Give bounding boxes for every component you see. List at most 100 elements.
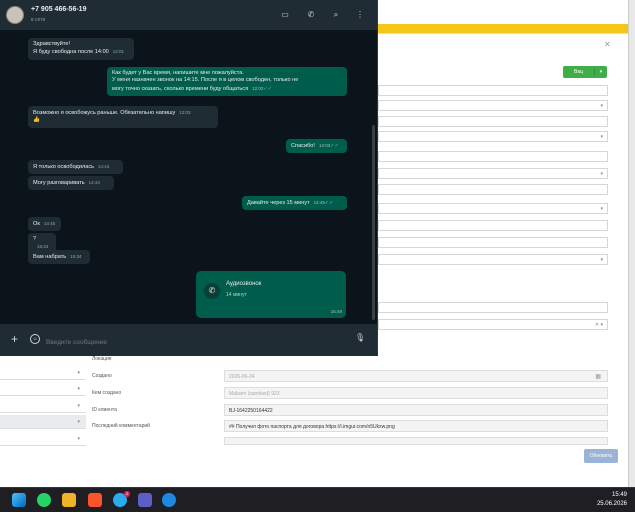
chevron-down-icon: ▾	[600, 134, 603, 140]
chevron-down-icon: ▾	[77, 436, 80, 442]
message-time: 12:01	[112, 49, 125, 55]
scrollbar[interactable]	[628, 0, 635, 487]
call-title: Аудиозвонок	[226, 281, 262, 287]
list-item[interactable]: ▾	[0, 432, 86, 446]
thumbs-up-emoji: 👍	[33, 117, 40, 124]
client-id-field[interactable]: BJ-1642250164422	[224, 404, 608, 416]
microphone-icon[interactable]: 🎙	[355, 333, 365, 342]
teams-icon[interactable]	[138, 493, 152, 507]
form-field[interactable]	[378, 116, 608, 127]
select-field[interactable]: ▾	[378, 203, 608, 214]
select-field[interactable]: ▾	[378, 168, 608, 179]
chat-header[interactable]: +7 905 466-56-19 в сети ▭ ✆ ⌕ ⋮	[0, 0, 377, 30]
call-icon: ✆	[204, 283, 220, 299]
double-check-icon: ✓✓	[263, 85, 272, 92]
form-field[interactable]	[378, 85, 608, 96]
whatsapp-window: +7 905 466-56-19 в сети ▭ ✆ ⌕ ⋮ Здравств…	[0, 0, 378, 356]
chevron-down-icon: ▾	[600, 257, 603, 263]
clock-date: 25.06.2026	[596, 501, 627, 507]
message-outgoing[interactable]: Давайте через 15 минут 14:45✓✓	[242, 196, 347, 211]
message-input[interactable]	[44, 332, 344, 348]
message-text: могу точно сказать, сколько времени буду…	[112, 85, 249, 92]
scrollbar[interactable]	[372, 125, 375, 320]
message-incoming[interactable]: Могу разговаривать 14:44	[28, 176, 114, 191]
last-comment-field[interactable]: ## Получил фото паспорта для договора ht…	[224, 420, 608, 432]
whatsapp-icon[interactable]	[37, 493, 51, 507]
call-time: 15:49	[330, 309, 342, 314]
close-icon[interactable]: ✕	[604, 40, 611, 49]
folder-icon[interactable]	[62, 493, 76, 507]
message-time: 12:03	[318, 143, 331, 148]
field-label-last-comment: Последний комментарий	[92, 423, 150, 429]
chevron-down-icon[interactable]: ▾	[595, 69, 607, 75]
brave-browser-icon[interactable]	[88, 493, 102, 507]
message-text: Вам набрать	[33, 254, 67, 260]
update-button[interactable]: Обновить	[584, 449, 618, 463]
message-outgoing[interactable]: Как будет у Вас время, напишите мне пожа…	[107, 67, 347, 97]
calendar-icon[interactable]: ▦	[595, 373, 601, 380]
menu-icon[interactable]: ⋮	[355, 10, 365, 20]
list-item-selected[interactable]: ▾	[0, 415, 86, 429]
contact-phone: +7 905 466-56-19	[31, 6, 87, 13]
message-incoming[interactable]: Возможно я освобожусь раньше. Обязательн…	[28, 106, 218, 128]
form-field[interactable]	[378, 220, 608, 231]
created-by-field[interactable]: Maksim (samleed) 923	[224, 387, 608, 399]
double-check-icon: ✓✓	[324, 200, 334, 206]
message-outgoing[interactable]: Спасибо! 12:03✓✓	[286, 139, 347, 154]
select-field[interactable]: ✕ ▾	[378, 319, 608, 330]
message-text: Возможно я освобожусь раньше. Обязательн…	[33, 110, 176, 116]
message-time: 15:34	[70, 254, 82, 259]
message-time: 15:34	[37, 244, 49, 250]
audio-call-bubble[interactable]: ✆ Аудиозвонок 14 минут 15:49	[196, 271, 346, 318]
sticker-icon[interactable]: ☺	[30, 334, 40, 344]
field-label-location: Локация	[92, 356, 112, 362]
form-field[interactable]	[378, 184, 608, 195]
chevron-down-icon: ▾	[77, 403, 80, 409]
message-time: 12:03	[179, 110, 191, 115]
telegram-icon[interactable]: 2	[113, 491, 130, 507]
select-field[interactable]: ▾	[378, 131, 608, 142]
system-clock[interactable]: 15:49 25.06.2026	[597, 491, 627, 509]
list-item[interactable]: ▾	[0, 382, 86, 396]
chevron-down-icon: ▾	[77, 419, 80, 425]
plus-icon[interactable]: +	[11, 332, 18, 346]
form-field[interactable]	[224, 437, 608, 445]
crm-accent-bar	[378, 24, 628, 33]
clock-time: 15:49	[611, 492, 627, 498]
message-text: Здравствуйте!	[33, 41, 71, 47]
video-call-icon[interactable]: ▭	[280, 10, 290, 20]
list-item[interactable]: ▾	[0, 366, 86, 380]
form-field[interactable]	[378, 237, 608, 248]
chevron-down-icon: ✕ ▾	[594, 322, 603, 328]
message-time: 14:45	[313, 200, 325, 205]
select-field[interactable]: ▾	[378, 100, 608, 111]
message-text: Я буду свободна после 14:00	[33, 49, 109, 56]
message-text: ?	[33, 236, 37, 242]
taskbar: 2 15:49 25.06.2026	[0, 487, 635, 512]
phone-call-icon[interactable]: ✆	[306, 10, 316, 20]
message-incoming[interactable]: Здравствуйте! Я буду свободна после 14:0…	[28, 38, 134, 60]
list-item[interactable]: ▾	[0, 399, 86, 413]
message-incoming[interactable]: Я только освободилась 14:44	[28, 160, 123, 175]
message-text: Давайте через 15 минут	[247, 200, 310, 206]
message-time: 14:44	[88, 180, 100, 185]
message-text: Как будет у Вас время, напишите мне пожа…	[112, 70, 244, 76]
form-field[interactable]	[378, 302, 608, 313]
form-field[interactable]	[378, 151, 608, 162]
field-label-client-id: ID клиента	[92, 407, 117, 413]
message-incoming[interactable]: Вам набрать 15:34	[28, 250, 90, 265]
windows-start-icon[interactable]	[12, 493, 26, 507]
message-time: 12:02	[252, 85, 264, 91]
green-action-button[interactable]: Вац ▾	[563, 66, 607, 78]
skype-icon[interactable]	[162, 493, 176, 507]
green-button-label[interactable]: Вац	[563, 69, 595, 75]
chevron-down-icon: ▾	[600, 103, 603, 109]
created-date-field[interactable]: 2026-06-24 ▦	[224, 370, 608, 382]
message-text: Могу разговаривать	[33, 180, 85, 186]
select-field[interactable]: ▾	[378, 254, 608, 265]
divider	[378, 33, 628, 34]
search-icon[interactable]: ⌕	[331, 10, 341, 20]
chevron-down-icon: ▾	[600, 206, 603, 212]
message-incoming[interactable]: Ок 14:45	[28, 217, 61, 232]
avatar[interactable]	[6, 6, 24, 24]
